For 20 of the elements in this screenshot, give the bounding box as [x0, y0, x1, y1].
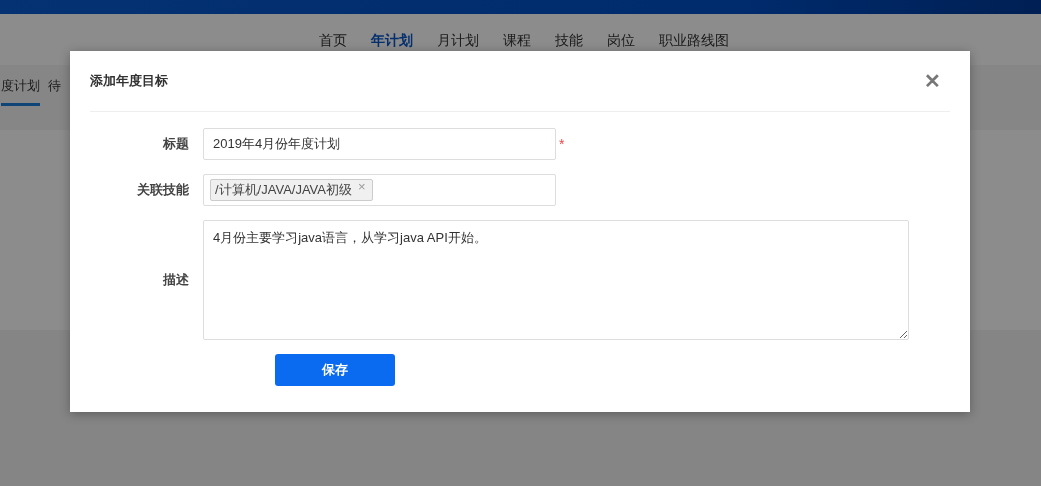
field-label: 描述 — [162, 271, 190, 289]
title-field[interactable]: 2019年4月份年度计划 — [203, 128, 556, 160]
dialog-title: 添加年度目标 — [90, 72, 168, 90]
save-button[interactable]: 保存 — [275, 354, 395, 386]
tab[interactable]: 待 — [48, 78, 61, 106]
required-mark: * — [559, 136, 565, 152]
nav-link[interactable]: 岗位 — [605, 31, 636, 49]
nav-link[interactable]: 课程 — [501, 31, 532, 49]
nav-link[interactable]: 技能 — [553, 31, 584, 49]
description-field[interactable]: 4月份主要学习java语言，从学习java API开始。 — [203, 220, 909, 340]
skill-field[interactable]: /计算机/JAVA/JAVA初级 × — [203, 174, 556, 206]
nav-link[interactable]: 首页 — [317, 31, 348, 49]
nav-link[interactable]: 职业路线图 — [657, 31, 730, 49]
field-label: 标题 — [162, 135, 190, 153]
nav-link[interactable]: 年计划 — [369, 31, 414, 49]
close-button[interactable]: ✕ — [924, 69, 941, 93]
tab[interactable]: 度计划 — [1, 78, 40, 106]
field-label: 关联技能 — [136, 181, 190, 199]
nav-link[interactable]: 月计划 — [435, 31, 480, 49]
tag-label: /计算机/JAVA/JAVA初级 — [215, 181, 352, 199]
